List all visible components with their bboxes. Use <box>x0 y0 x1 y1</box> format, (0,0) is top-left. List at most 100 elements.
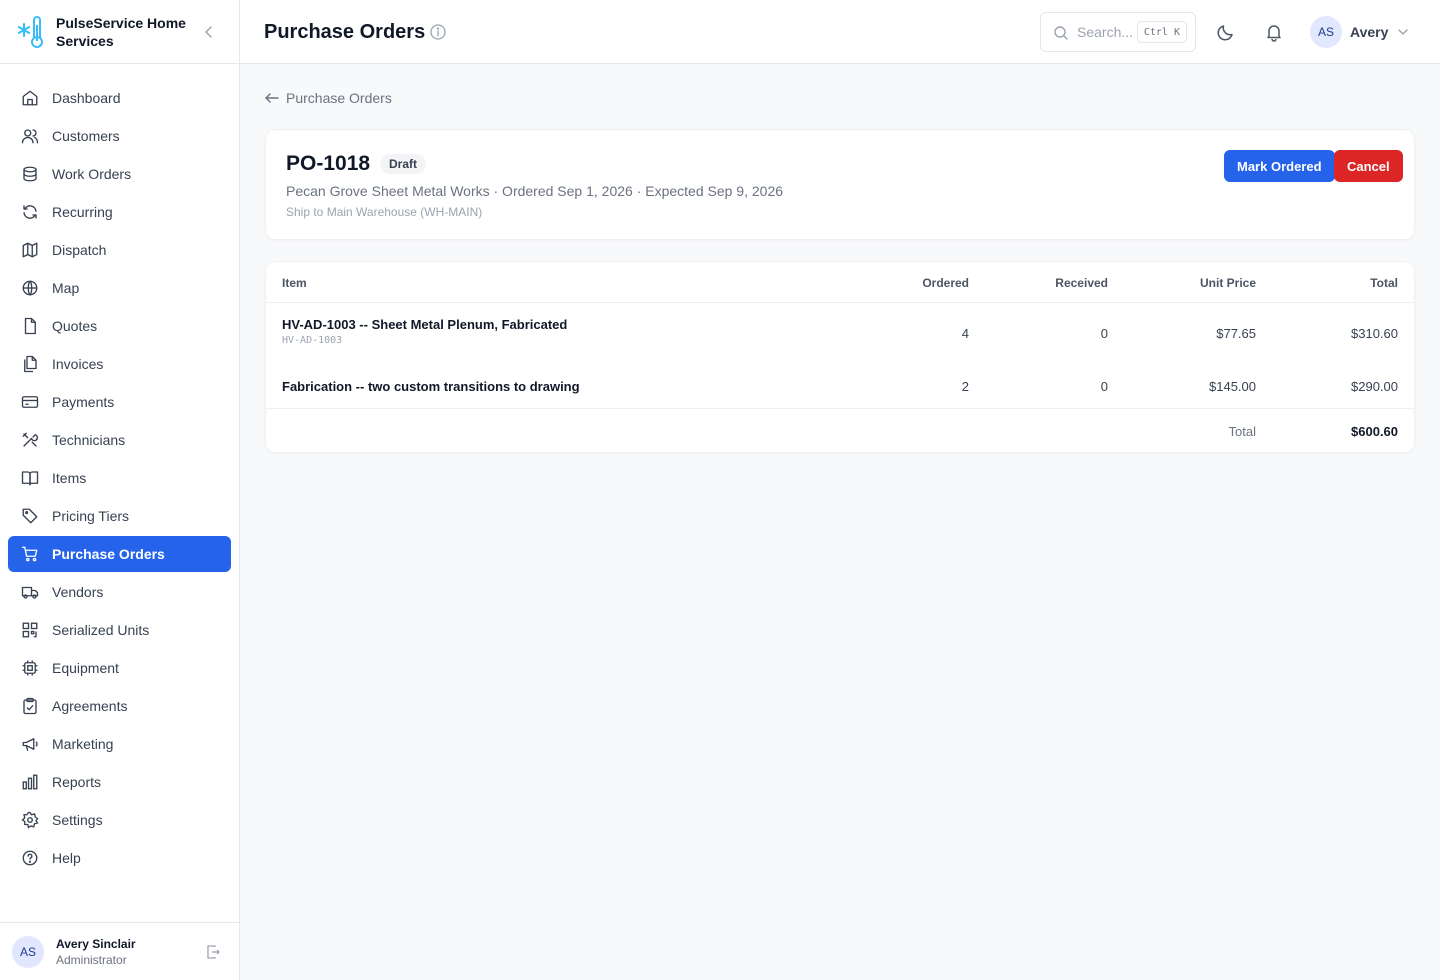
sidebar-item-label: Vendors <box>52 584 104 600</box>
cancel-button[interactable]: Cancel <box>1334 150 1403 182</box>
sidebar-item-label: Help <box>52 850 81 866</box>
sidebar-item-label: Recurring <box>52 204 113 220</box>
sidebar-item-label: Invoices <box>52 356 104 372</box>
logout-icon[interactable] <box>205 944 221 960</box>
file-icon <box>24 317 36 335</box>
table-row: Fabrication -- two custom transitions to… <box>266 365 1414 408</box>
sidebar-item-vendors[interactable]: Vendors <box>8 574 231 610</box>
back-link[interactable]: Purchase Orders <box>264 90 392 106</box>
sidebar-item-recurring[interactable]: Recurring <box>8 194 231 230</box>
sidebar-item-label: Pricing Tiers <box>52 508 130 524</box>
sidebar-item-settings[interactable]: Settings <box>8 802 231 838</box>
unit-price: $145.00 <box>1209 379 1256 394</box>
sidebar-item-purchase-orders[interactable]: Purchase Orders <box>8 536 231 572</box>
column-header-received: Received <box>1055 276 1108 290</box>
sidebar-item-label: Map <box>52 280 80 296</box>
sidebar-item-equipment[interactable]: Equipment <box>8 650 231 686</box>
sidebar-item-reports[interactable]: Reports <box>8 764 231 800</box>
sidebar-item-label: Settings <box>52 812 103 828</box>
book-icon <box>21 471 39 486</box>
sidebar-item-label: Dispatch <box>52 242 107 258</box>
unit-price: $77.65 <box>1216 326 1256 341</box>
line-total: $290.00 <box>1351 379 1398 394</box>
search-placeholder: Search... <box>1077 24 1134 40</box>
sidebar-item-label: Customers <box>52 128 120 144</box>
user-menu[interactable]: AS Avery <box>1310 16 1410 48</box>
line-items-table: Item Ordered Received Unit Price Total H… <box>265 261 1415 453</box>
search-input[interactable]: Search... Ctrl K <box>1040 12 1196 52</box>
sidebar-item-label: Equipment <box>52 660 119 676</box>
sidebar-nav: Dashboard Customers Work Orders Recurrin… <box>0 64 239 876</box>
sidebar-item-label: Quotes <box>52 318 98 334</box>
sidebar-item-payments[interactable]: Payments <box>8 384 231 420</box>
sidebar-item-serialized-units[interactable]: Serialized Units <box>8 612 231 648</box>
sidebar-item-agreements[interactable]: Agreements <box>8 688 231 724</box>
credit-card-icon <box>21 396 39 408</box>
sidebar-item-label: Reports <box>52 774 102 790</box>
sidebar-item-quotes[interactable]: Quotes <box>8 308 231 344</box>
table-row: HV-AD-1003 -- Sheet Metal Plenum, Fabric… <box>266 303 1414 365</box>
sidebar-item-technicians[interactable]: Technicians <box>8 422 231 458</box>
ordered-qty: 4 <box>961 326 969 341</box>
table-total-row: Total $600.60 <box>266 408 1414 454</box>
refresh-icon <box>23 205 37 219</box>
clipboard-icon <box>23 166 37 182</box>
item-sku: HV-AD-1003 <box>282 335 343 346</box>
chevron-left-icon[interactable] <box>201 24 217 40</box>
sidebar-item-dispatch[interactable]: Dispatch <box>8 232 231 268</box>
ordered-qty: 2 <box>961 379 969 394</box>
truck-icon <box>21 586 39 599</box>
help-circle-icon <box>22 850 38 866</box>
po-ship-to: Ship to Main Warehouse (WH-MAIN) <box>286 205 483 219</box>
bar-chart-icon <box>22 774 38 790</box>
megaphone-icon <box>22 738 38 751</box>
sidebar-item-pricing-tiers[interactable]: Pricing Tiers <box>8 498 231 534</box>
chip-icon <box>22 660 38 676</box>
users-icon <box>21 129 39 144</box>
home-icon <box>22 90 38 106</box>
column-header-ordered: Ordered <box>922 276 969 290</box>
globe-icon <box>22 280 38 296</box>
sidebar-item-label: Purchase Orders <box>52 546 165 562</box>
sidebar-item-marketing[interactable]: Marketing <box>8 726 231 762</box>
grand-total: $600.60 <box>1351 424 1398 439</box>
po-summary-card: PO-1018 Draft Pecan Grove Sheet Metal Wo… <box>265 129 1415 240</box>
po-meta: Pecan Grove Sheet Metal Works · Ordered … <box>286 183 784 199</box>
top-header: Purchase Orders Search... Ctrl K AS Aver… <box>240 0 1440 64</box>
sidebar-item-invoices[interactable]: Invoices <box>8 346 231 382</box>
column-header-item: Item <box>282 276 307 290</box>
mark-ordered-button[interactable]: Mark Ordered <box>1224 150 1335 182</box>
sidebar-item-map[interactable]: Map <box>8 270 231 306</box>
sidebar-item-work-orders[interactable]: Work Orders <box>8 156 231 192</box>
status-badge: Draft <box>380 154 427 174</box>
page-title: Purchase Orders <box>264 21 426 43</box>
po-number: PO-1018 <box>286 152 371 175</box>
sidebar-item-label: Serialized Units <box>52 622 150 638</box>
user-role: Administrator <box>56 952 127 967</box>
sidebar-item-label: Payments <box>52 394 115 410</box>
line-total: $310.60 <box>1351 326 1398 341</box>
sidebar-item-dashboard[interactable]: Dashboard <box>8 80 231 116</box>
sidebar: PulseService Home Services Dashboard Cus… <box>0 0 240 980</box>
column-header-total: Total <box>1370 276 1398 290</box>
sidebar-item-label: Items <box>52 470 87 486</box>
item-name: Fabrication -- two custom transitions to… <box>282 379 580 394</box>
bell-icon[interactable] <box>1264 22 1284 42</box>
thermometer-snowflake-logo-icon <box>17 15 43 48</box>
moon-icon[interactable] <box>1216 22 1236 42</box>
gear-icon <box>21 811 39 829</box>
avatar: AS <box>1310 16 1342 48</box>
sidebar-item-customers[interactable]: Customers <box>8 118 231 154</box>
sidebar-user: AS Avery Sinclair Administrator <box>0 922 239 980</box>
sidebar-item-items[interactable]: Items <box>8 460 231 496</box>
table-header: Item Ordered Received Unit Price Total <box>266 262 1414 303</box>
info-icon[interactable] <box>429 23 447 41</box>
item-name: HV-AD-1003 -- Sheet Metal Plenum, Fabric… <box>282 317 568 332</box>
tools-icon <box>22 432 39 447</box>
tag-icon <box>22 508 38 524</box>
brand: PulseService Home Services <box>0 0 239 64</box>
sidebar-item-label: Work Orders <box>52 166 132 182</box>
sidebar-item-help[interactable]: Help <box>8 840 231 876</box>
sidebar-item-label: Agreements <box>52 698 128 714</box>
column-header-unit-price: Unit Price <box>1199 276 1256 290</box>
